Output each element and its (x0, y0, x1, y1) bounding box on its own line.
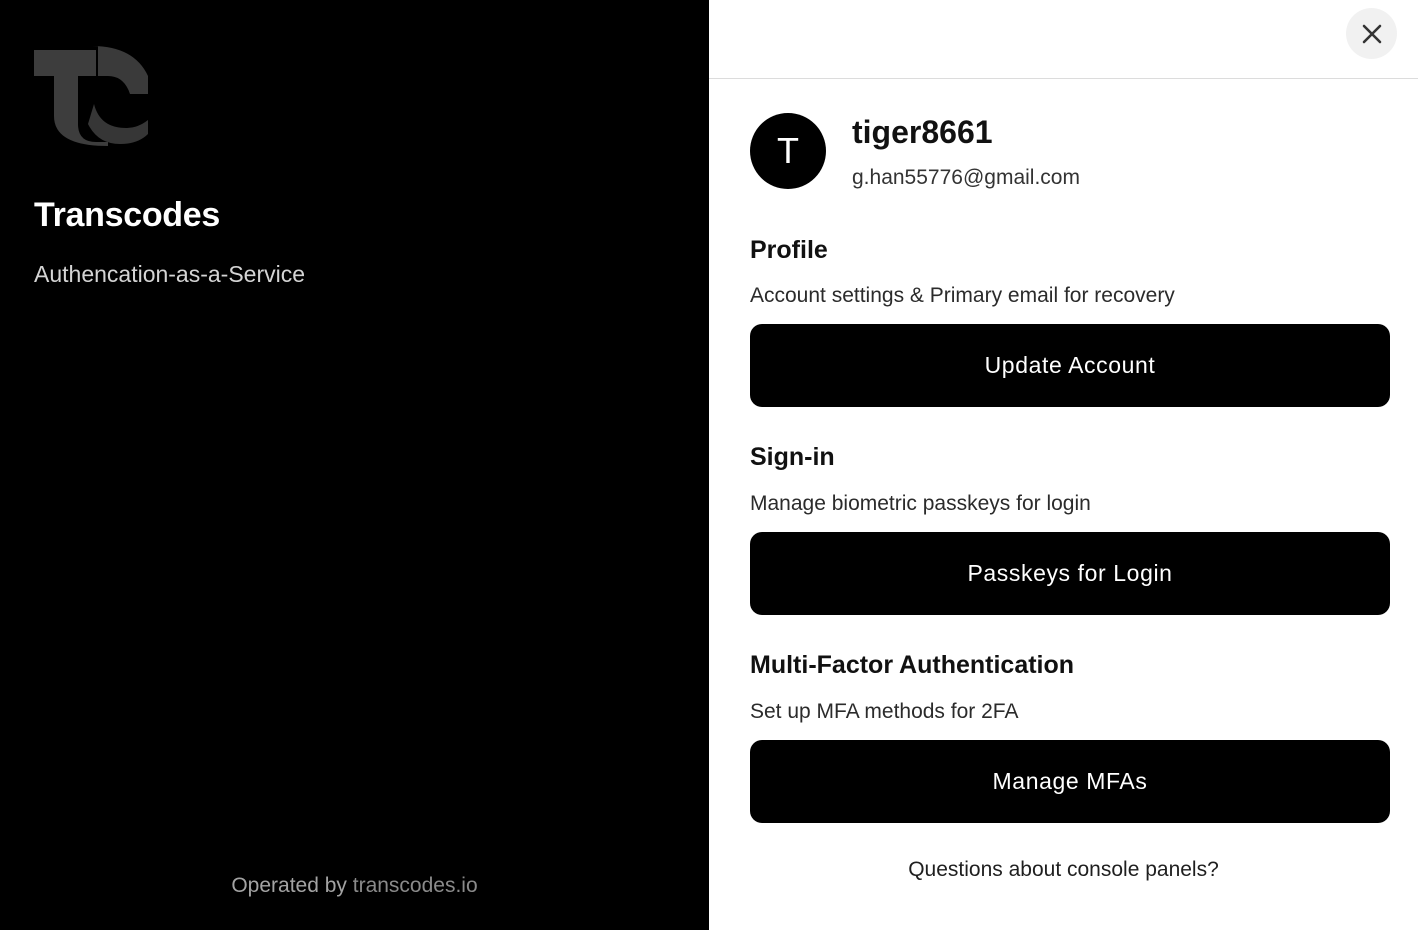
update-account-button[interactable]: Update Account (750, 324, 1390, 407)
avatar: T (750, 113, 826, 189)
transcodes-tc-logo-icon (34, 46, 150, 146)
panel-header (709, 0, 1418, 79)
console-panel: T tiger8661 g.han55776@gmail.com Profile… (709, 0, 1418, 930)
console-root: Transcodes Authencation-as-a-Service Ope… (0, 0, 1418, 930)
transcodes-link[interactable]: transcodes.io (353, 874, 478, 897)
mfa-section-title: Multi-Factor Authentication (750, 651, 1075, 679)
manage-mfas-button[interactable]: Manage MFAs (750, 740, 1390, 823)
profile-section-description: Account settings & Primary email for rec… (750, 284, 1175, 307)
brand-tagline: Authencation-as-a-Service (34, 261, 306, 287)
close-button[interactable] (1346, 8, 1397, 59)
profile-section-title: Profile (750, 236, 828, 264)
username: tiger8661 (852, 114, 993, 150)
passkeys-for-login-button[interactable]: Passkeys for Login (750, 532, 1390, 615)
mfa-section-description: Set up MFA methods for 2FA (750, 700, 1019, 723)
user-email: g.han55776@gmail.com (852, 166, 1080, 189)
brand-panel: Transcodes Authencation-as-a-Service Ope… (0, 0, 709, 930)
signin-section-title: Sign-in (750, 443, 835, 471)
close-icon (1362, 24, 1381, 43)
console-help-link[interactable]: Questions about console panels? (709, 858, 1418, 882)
operated-by-prefix: Operated by (231, 874, 353, 897)
brand-name: Transcodes (34, 196, 220, 234)
operated-by-text: Operated by transcodes.io (0, 874, 709, 898)
signin-section-description: Manage biometric passkeys for login (750, 492, 1091, 515)
